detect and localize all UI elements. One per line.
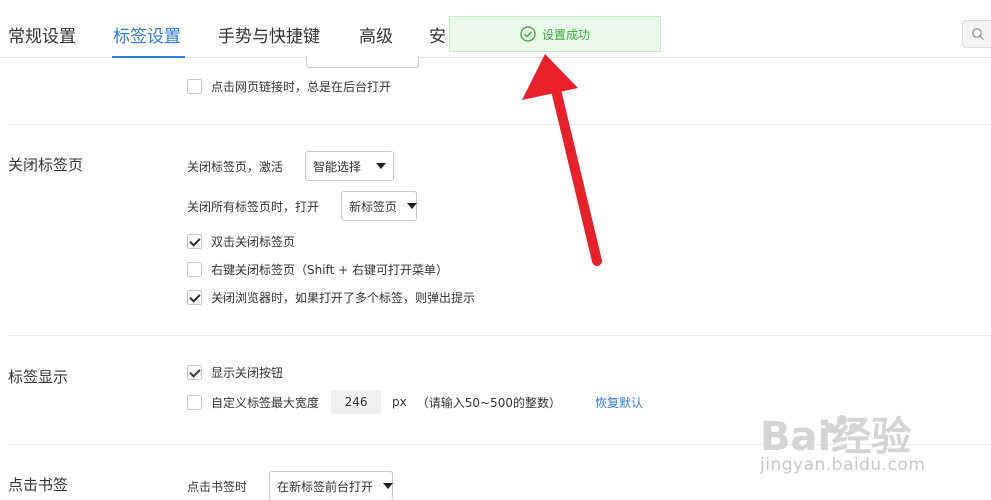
tab-security[interactable]: 安 xyxy=(429,22,446,47)
bookmark-click-select-value: 在新标签前台打开 xyxy=(277,479,374,494)
watermark-brand: Bai经验 xyxy=(760,414,911,460)
option-label: 关闭浏览器时，如果打开了多个标签，则弹出提示 xyxy=(211,291,476,305)
checkbox[interactable] xyxy=(187,290,202,305)
option-label: 双击关闭标签页 xyxy=(211,235,296,249)
activate-select-value: 智能选择 xyxy=(313,159,362,174)
active-tab-indicator xyxy=(112,56,185,58)
option-label: 点击网页链接时，总是在后台打开 xyxy=(211,80,392,94)
close-all-label: 关闭所有标签页时，打开 xyxy=(187,199,320,214)
option-open-links-background[interactable]: 点击网页链接时，总是在后台打开 xyxy=(187,78,391,95)
option-label: 右键关闭标签页（Shift + 右键可打开菜单） xyxy=(211,263,448,277)
checkbox[interactable] xyxy=(187,79,202,94)
search-icon xyxy=(972,28,984,40)
watermark-url: jingyan.baidu.com xyxy=(760,455,926,475)
section-divider xyxy=(8,335,991,336)
bookmark-click-row: 点击书签时 在新标签前台打开 xyxy=(187,471,394,500)
section-divider xyxy=(8,124,991,125)
activate-label: 关闭标签页，激活 xyxy=(187,159,284,174)
close-all-select-value: 新标签页 xyxy=(349,199,398,214)
check-circle-icon xyxy=(520,26,536,42)
success-toast: 设置成功 xyxy=(449,16,661,52)
search-input[interactable] xyxy=(962,20,991,48)
tab-advanced[interactable]: 高级 xyxy=(359,22,393,47)
section-title-bookmark-click: 点击书签 xyxy=(8,476,69,494)
activate-select[interactable]: 智能选择 xyxy=(305,151,395,181)
checkbox[interactable] xyxy=(187,262,202,277)
checkbox[interactable] xyxy=(187,365,202,380)
annotation-arrow xyxy=(522,54,602,266)
chevron-down-icon xyxy=(383,483,394,489)
option-label: 显示关闭按钮 xyxy=(211,366,284,380)
tab-gestures-shortcuts[interactable]: 手势与快捷键 xyxy=(218,22,320,47)
reset-default-link[interactable]: 恢复默认 xyxy=(595,394,643,411)
close-all-select[interactable]: 新标签页 xyxy=(341,191,418,221)
tab-tabs-settings[interactable]: 标签设置 xyxy=(113,22,181,47)
checkbox[interactable] xyxy=(187,234,202,249)
section-title-tab-display: 标签显示 xyxy=(8,368,69,386)
option-label: 自定义标签最大宽度 xyxy=(211,395,320,410)
tab-width-input[interactable]: 246 xyxy=(331,390,382,414)
section-title-close-tabs: 关闭标签页 xyxy=(8,156,84,174)
option-show-close-button[interactable]: 显示关闭按钮 xyxy=(187,364,283,381)
option-close-browser-prompt[interactable]: 关闭浏览器时，如果打开了多个标签，则弹出提示 xyxy=(187,289,475,306)
bookmark-click-select[interactable]: 在新标签前台打开 xyxy=(269,471,394,500)
hint-text: （请输入50~500的整数） xyxy=(416,395,561,410)
chevron-down-icon xyxy=(376,163,387,169)
close-all-tabs-row: 关闭所有标签页时，打开 新标签页 xyxy=(187,191,418,221)
checkbox[interactable] xyxy=(187,394,202,410)
option-custom-tab-width: 自定义标签最大宽度 246 px （请输入50~500的整数） 恢复默认 xyxy=(187,390,643,414)
close-tab-activate-row: 关闭标签页，激活 智能选择 xyxy=(187,151,395,181)
option-right-click-close[interactable]: 右键关闭标签页（Shift + 右键可打开菜单） xyxy=(187,261,448,278)
bookmark-click-label: 点击书签时 xyxy=(187,479,248,494)
tab-general[interactable]: 常规设置 xyxy=(8,22,76,47)
chevron-down-icon xyxy=(407,203,418,209)
baidu-watermark-logo: Bai经验 xyxy=(760,414,911,460)
option-double-click-close[interactable]: 双击关闭标签页 xyxy=(187,233,295,250)
unit-label: px xyxy=(392,395,407,409)
partial-dropdown[interactable] xyxy=(306,56,419,68)
toast-message: 设置成功 xyxy=(541,27,590,42)
